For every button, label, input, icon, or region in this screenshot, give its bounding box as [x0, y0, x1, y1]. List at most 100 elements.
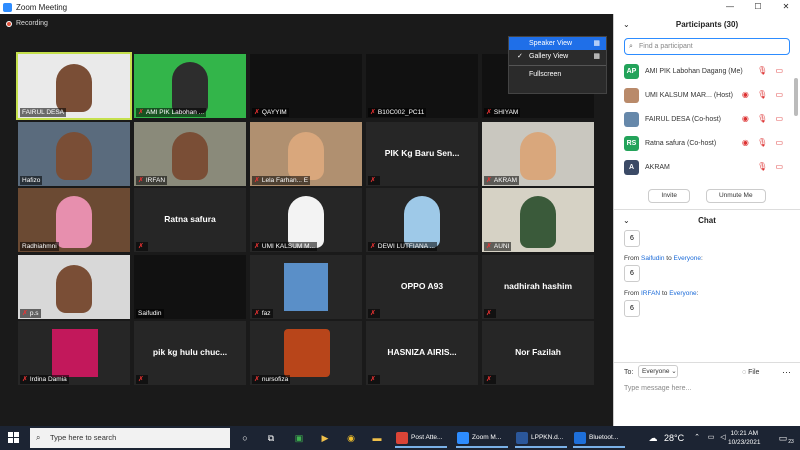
video-tile[interactable]: Radhiahmni	[18, 188, 130, 252]
participant-video	[288, 196, 324, 248]
participant-search-placeholder: Find a participant	[639, 43, 693, 50]
mic-muted-icon: ✗	[370, 243, 376, 250]
participant-row[interactable]: UMI KALSUM MAR... (Host) ◉ 🎙 ▭	[614, 83, 800, 107]
participant-row[interactable]: A AKRAM 🎙 ▭	[614, 155, 800, 179]
taskbar-app-button[interactable]: Bluetoot...	[571, 428, 627, 448]
chevron-down-icon[interactable]: ⌄	[623, 14, 630, 36]
gallery-view-option[interactable]: ✓ Gallery View ▦	[509, 50, 606, 63]
app-icon	[396, 432, 408, 444]
tile-name-text: B10C002_PC11	[377, 109, 425, 116]
tile-name-text: Saifudin	[138, 310, 162, 317]
participants-header[interactable]: ⌄ Participants (30)	[614, 14, 800, 36]
app-icon	[457, 432, 469, 444]
recipient-select[interactable]: Everyone ⌄	[638, 365, 678, 378]
taskbar-search-input[interactable]: ⌕ Type here to search	[30, 428, 230, 448]
tile-name-label: ✗ IRFAN	[136, 176, 168, 185]
speaker-view-option[interactable]: Speaker View ▦	[509, 37, 606, 50]
participant-video	[56, 132, 92, 180]
participant-status-icons: ◉ 🎙 ▭	[741, 90, 786, 99]
windows-start-icon[interactable]	[8, 432, 19, 443]
video-tile[interactable]: ✗ B10C002_PC11	[366, 54, 478, 118]
taskbar-app-button[interactable]: Post Atte...	[393, 428, 449, 448]
video-tile[interactable]: ✗ p.s	[18, 255, 130, 319]
video-tile[interactable]: ✗ UMI KALSUM M...	[250, 188, 362, 252]
video-tile[interactable]: PIK Kg Baru Sen... ✗	[366, 122, 478, 186]
checkmark-icon: ✓	[517, 53, 523, 60]
video-tile[interactable]: OPPO A93 ✗	[366, 255, 478, 319]
video-tile[interactable]: nadhirah hashim ✗	[482, 255, 594, 319]
file-explorer-icon[interactable]: ▬	[370, 431, 384, 445]
video-tile[interactable]: HASNIZA AIRIS... ✗	[366, 321, 478, 385]
minimize-button[interactable]: —	[716, 0, 744, 14]
tile-name-text: AKRAM	[493, 177, 517, 184]
video-tile[interactable]: ✗ Irdina Damia	[18, 321, 130, 385]
store-icon[interactable]: ▣	[292, 431, 306, 445]
chevron-down-icon[interactable]: ⌄	[623, 210, 630, 232]
video-tile[interactable]: pik kg hulu chuc... ✗	[134, 321, 246, 385]
chat-sender[interactable]: IRFAN	[641, 290, 660, 297]
cortana-icon[interactable]: ○	[238, 431, 252, 445]
participant-search-input[interactable]: ⌕ Find a participant	[624, 38, 790, 55]
video-tile[interactable]: ✗ AKRAM	[482, 122, 594, 186]
chat-header[interactable]: ⌄ Chat	[614, 210, 800, 232]
file-icon: ◌	[742, 369, 747, 376]
mic-muted-icon: ✗	[254, 109, 260, 116]
chat-sender[interactable]: Saifudin	[641, 255, 665, 262]
tile-name-label: Saifudin	[136, 309, 164, 318]
chat-message-input[interactable]: Type message here...	[624, 385, 691, 392]
video-tile[interactable]: ✗ IRFAN	[134, 122, 246, 186]
invite-button[interactable]: Invite	[648, 189, 690, 203]
video-tile[interactable]: ✗ faz	[250, 255, 362, 319]
app-label: LPPKN.d...	[531, 434, 564, 441]
taskbar-clock[interactable]: 10:21 AM 10/23/2021	[728, 429, 761, 447]
media-player-icon[interactable]: ▶	[318, 431, 332, 445]
clock-date: 10/23/2021	[728, 439, 761, 446]
video-tile[interactable]: ✗ AMI PIK Labohan ...	[134, 54, 246, 118]
video-tile[interactable]: Saifudin	[134, 255, 246, 319]
taskbar-app-button[interactable]: LPPKN.d...	[513, 428, 569, 448]
temperature-label[interactable]: 28°C	[664, 431, 684, 445]
fullscreen-option[interactable]: Fullscreen	[509, 68, 606, 81]
chat-recipient[interactable]: Everyone	[674, 255, 701, 262]
file-button[interactable]: ◌ File	[742, 369, 759, 376]
more-options-icon[interactable]: ⋯	[782, 367, 791, 378]
maximize-button[interactable]: ☐	[744, 0, 772, 14]
participant-video	[172, 62, 208, 114]
chat-recipient[interactable]: Everyone	[669, 290, 696, 297]
chat-title: Chat	[698, 216, 716, 225]
participant-row[interactable]: AP AMI PIK Labohan Dagang (Me) 🎙 ▭	[614, 59, 800, 83]
chrome-icon[interactable]: ◉	[344, 431, 358, 445]
close-button[interactable]: ✕	[772, 0, 800, 14]
participant-row[interactable]: FAIRUL DESA (Co-host) ◉ 🎙 ▭	[614, 107, 800, 131]
video-tile[interactable]: ✗ DEWI LUTFIANA ...	[366, 188, 478, 252]
recording-indicator[interactable]: Recording	[6, 20, 48, 27]
participant-scrollbar[interactable]	[794, 78, 798, 116]
tile-name-label: ✗	[368, 176, 380, 185]
video-tile[interactable]: ✗ nursofiza	[250, 321, 362, 385]
tray-chevron-icon[interactable]: ⌃	[690, 431, 704, 445]
windows-taskbar: ⌕ Type here to search ○ ⧉ ▣ ▶ ◉ ▬ Post A…	[0, 426, 800, 450]
video-tile[interactable]: Hafizo	[18, 122, 130, 186]
weather-icon[interactable]: ☁	[646, 431, 660, 445]
tile-name-text: p.s	[29, 310, 39, 317]
video-tile[interactable]: ✗ AUNI	[482, 188, 594, 252]
video-tile[interactable]: ✗ QAYYIM	[250, 54, 362, 118]
unmute-me-button[interactable]: Unmute Me	[705, 189, 766, 203]
mic-muted-icon: ✗	[370, 310, 376, 317]
participant-video	[56, 196, 92, 248]
taskbar-app-button[interactable]: Zoom M...	[454, 428, 510, 448]
tile-name-text: SHIYAM	[493, 109, 519, 116]
to-word: to	[661, 290, 668, 297]
video-tile[interactable]: ✗ Lela Farhan... E	[250, 122, 362, 186]
video-tile[interactable]: FAIRUL DESA	[16, 52, 132, 120]
participant-video	[288, 132, 324, 180]
from-word: From	[624, 290, 640, 297]
participant-row[interactable]: RS Ratna safura (Co-host) ◉ 🎙 ▭	[614, 131, 800, 155]
video-tile[interactable]: Nor Fazilah ✗	[482, 321, 594, 385]
participant-video	[56, 64, 92, 112]
tile-name-text: AMI PIK Labohan ...	[145, 109, 205, 116]
task-view-icon[interactable]: ⧉	[264, 431, 278, 445]
video-tile[interactable]: Ratna safura ✗	[134, 188, 246, 252]
tile-name-label: ✗ QAYYIM	[252, 108, 289, 117]
tile-display-name: pik kg hulu chuc...	[152, 347, 228, 357]
